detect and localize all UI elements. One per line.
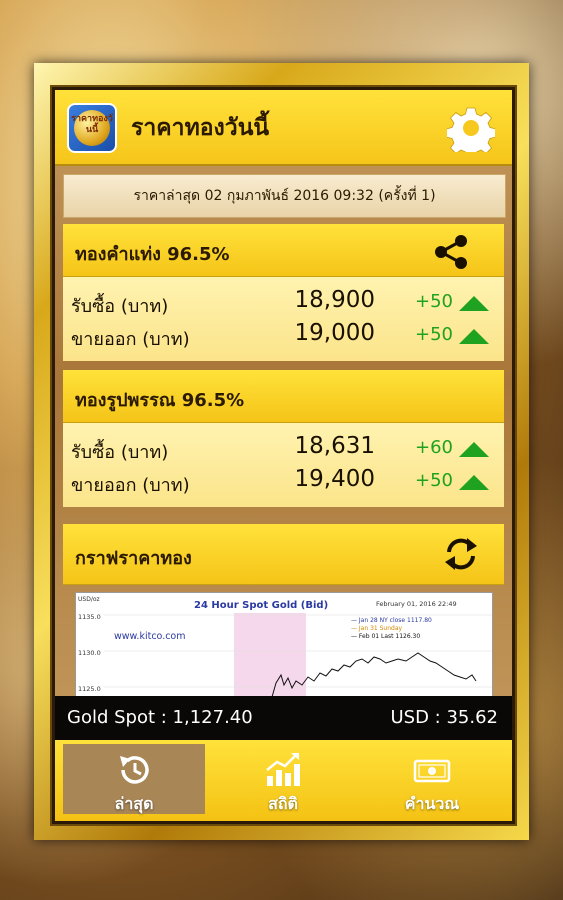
refresh-icon[interactable] — [441, 534, 481, 574]
tab-label: สถิติ — [268, 794, 298, 813]
tab-label: คำนวณ — [404, 794, 460, 813]
trend-up-icon — [459, 329, 489, 344]
last-updated-bar: ราคาล่าสุด 02 กุมภาพันธ์ 2016 09:32 (ครั… — [63, 174, 506, 218]
price-change: +50 — [415, 291, 453, 312]
trend-up-icon — [459, 442, 489, 457]
frame-inner: ราคาทองวันนี้ ราคาทองวันนี้ ราคาล่าสุด 0… — [50, 85, 517, 826]
gold-ornament-buy-row: รับซื้อ (บาท) 18,631 +60 — [63, 433, 504, 463]
last-updated-text: ราคาล่าสุด 02 กุมภาพันธ์ 2016 09:32 (ครั… — [133, 188, 436, 204]
chart-price-line — [271, 652, 477, 697]
price-label: รับซื้อ (บาท) — [71, 442, 169, 463]
tab-label: ล่าสุด — [114, 794, 154, 813]
usd-rate-text: USD : 35.62 — [390, 707, 499, 728]
tab-statistics[interactable]: สถิติ — [212, 744, 354, 814]
chart-plot — [104, 614, 492, 697]
gold-bar-title: ทองคำแท่ง 96.5% — [75, 244, 230, 265]
spot-price-bar: Gold Spot : 1,127.40 USD : 35.62 — [55, 696, 512, 740]
graph-header: กราฟราคาทอง — [63, 524, 504, 585]
tab-calculate[interactable]: คำนวณ — [361, 744, 503, 814]
price-value: 18,631 — [294, 433, 375, 459]
price-label: ขายออก (บาท) — [71, 475, 190, 496]
gold-ornament-header: ทองรูปพรรณ 96.5% — [63, 370, 504, 423]
price-label: รับซื้อ (บาท) — [71, 296, 169, 317]
gold-frame: ราคาทองวันนี้ ราคาทองวันนี้ ราคาล่าสุด 0… — [34, 63, 529, 840]
price-change: +50 — [415, 470, 453, 491]
price-change: +50 — [415, 324, 453, 345]
gold-ornament-sell-row: ขายออก (บาท) 19,400 +50 — [63, 466, 504, 496]
chart-icon — [266, 753, 300, 786]
gold-bar-prices: รับซื้อ (บาท) 18,900 +50 ขายออก (บาท) 19… — [63, 277, 504, 361]
price-change: +60 — [415, 437, 453, 458]
trend-up-icon — [459, 296, 489, 311]
logo-text: ราคาทองวันนี้ — [71, 114, 113, 135]
gold-ornament-prices: รับซื้อ (บาท) 18,631 +60 ขายออก (บาท) 19… — [63, 423, 504, 507]
price-value: 19,000 — [294, 320, 375, 346]
gold-ornament-title: ทองรูปพรรณ 96.5% — [75, 390, 245, 411]
history-icon — [120, 756, 149, 784]
app-title: ราคาทองวันนี้ — [131, 115, 270, 141]
app-screen: ราคาทองวันนี้ ราคาทองวันนี้ ราคาล่าสุด 0… — [55, 90, 512, 821]
trend-up-icon — [459, 475, 489, 490]
gear-icon[interactable] — [447, 104, 495, 152]
gold-chart-image: USD/oz 1135.0 1130.0 1125.0 24 Hour Spot… — [75, 592, 493, 698]
bottom-tab-bar: ล่าสุด สถิติ คำนวณ — [55, 740, 512, 821]
gold-bar-buy-row: รับซื้อ (บาท) 18,900 +50 — [63, 287, 504, 317]
gold-spot-text: Gold Spot : 1,127.40 — [67, 707, 253, 728]
money-icon — [413, 759, 451, 783]
share-icon[interactable] — [431, 232, 471, 272]
graph-title: กราฟราคาทอง — [75, 548, 192, 569]
tab-latest[interactable]: ล่าสุด — [63, 744, 205, 814]
gold-bar-header: ทองคำแท่ง 96.5% — [63, 224, 504, 277]
price-value: 18,900 — [294, 287, 375, 313]
app-logo: ราคาทองวันนี้ — [67, 103, 117, 153]
price-label: ขายออก (บาท) — [71, 329, 190, 350]
gold-bar-sell-row: ขายออก (บาท) 19,000 +50 — [63, 320, 504, 350]
app-header: ราคาทองวันนี้ ราคาทองวันนี้ — [55, 90, 512, 166]
price-value: 19,400 — [294, 466, 375, 492]
